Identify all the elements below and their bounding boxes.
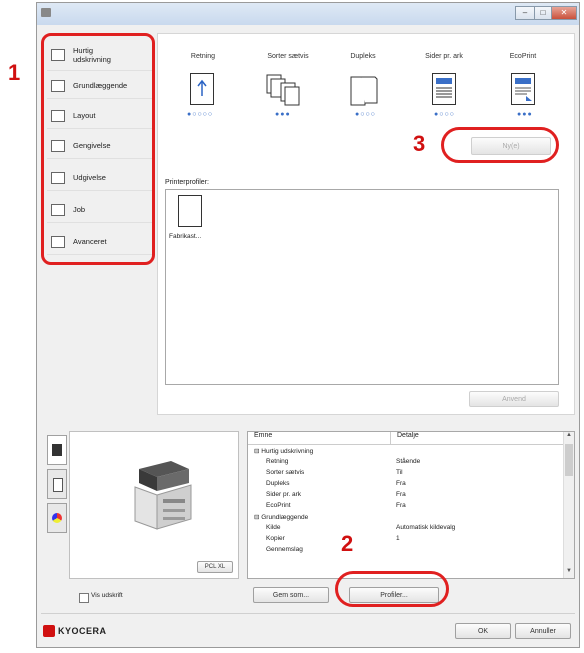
annotation-circle-3 — [441, 127, 559, 163]
summary-item: Dupleks — [266, 480, 290, 487]
save-as-button[interactable]: Gem som... — [253, 587, 329, 603]
summary-header: Emne Detalje — [248, 432, 574, 445]
pages-per-sheet-header: Sider pr. ark — [425, 53, 463, 60]
scroll-down-arrow-icon[interactable]: ▼ — [564, 568, 574, 578]
kyocera-logo: KYOCERA — [43, 625, 107, 637]
printer-profiles-list[interactable] — [165, 189, 559, 385]
summary-col-details: Detalje — [397, 432, 419, 439]
summary-item: Gennemslag — [266, 546, 303, 553]
page-tab-icon — [53, 478, 63, 492]
summary-item: Kilde — [266, 524, 281, 531]
collate-icon[interactable] — [265, 73, 301, 107]
duplex-icon[interactable] — [347, 73, 381, 107]
scroll-thumb[interactable] — [565, 444, 573, 476]
minimize-button[interactable]: – — [515, 6, 535, 20]
summary-tree: ⊟ Hurtig udskrivning Retning Stående Sorter… — [248, 445, 574, 557]
summary-row: Sider pr. ark Fra — [248, 491, 574, 502]
annotation-circle-2 — [335, 571, 449, 607]
summary-detail: Til — [396, 469, 403, 476]
collate-selector-dots[interactable]: ●●● — [275, 111, 305, 118]
preview-tab-printer[interactable] — [47, 435, 67, 465]
summary-detail — [390, 513, 396, 524]
pages-per-sheet-selector-dots[interactable]: ●○○○ — [434, 111, 464, 118]
duplex-selector-dots[interactable]: ●○○○ — [355, 111, 385, 118]
portrait-orientation-icon[interactable] — [190, 73, 214, 105]
apply-button[interactable]: Anvend — [469, 391, 559, 407]
color-tab-icon — [52, 513, 62, 523]
ecoprint-header: EcoPrint — [509, 53, 537, 60]
annotation-circle-1 — [41, 33, 155, 265]
summary-detail: 1 — [396, 535, 400, 542]
preview-tab-color[interactable] — [47, 503, 67, 533]
annotation-number-1: 1 — [8, 60, 21, 85]
summary-row: Gennemslag — [248, 546, 574, 557]
orientation-selector-dots[interactable]: ●○○○○ — [187, 111, 227, 118]
collate-header: Sorter sætvis — [267, 53, 309, 60]
print-preferences-window: – □ ✕ Hurtig udskrivning Grundlæggende L… — [36, 2, 580, 648]
annotation-number-2: 2 — [341, 531, 354, 556]
pages-per-sheet-icon[interactable] — [432, 73, 456, 105]
scroll-up-arrow-icon[interactable]: ▲ — [564, 432, 574, 442]
summary-col-item: Emne — [248, 432, 391, 444]
preview-tab-page[interactable] — [47, 469, 67, 499]
summary-detail: Fra — [396, 480, 406, 487]
title-bar: – □ ✕ — [37, 3, 579, 25]
show-print-checkbox-label: Vis udskrift — [91, 592, 123, 599]
printer-image — [127, 455, 197, 535]
summary-row: ⊟ Grundlæggende — [248, 513, 574, 524]
factory-default-profile-icon[interactable] — [178, 195, 202, 227]
show-print-checkbox[interactable] — [79, 593, 89, 603]
maximize-button[interactable]: □ — [534, 6, 552, 20]
printer-profiles-label: Printerprofiler: — [165, 179, 209, 186]
summary-item: Retning — [266, 458, 289, 465]
summary-item: EcoPrint — [266, 502, 291, 509]
duplex-header: Dupleks — [350, 53, 376, 60]
summary-scrollbar[interactable]: ▲ ▼ — [563, 432, 574, 578]
summary-row: Retning Stående — [248, 458, 574, 469]
printer-icon — [41, 8, 51, 17]
summary-item: ⊟ Grundlæggende — [254, 514, 309, 521]
ok-button[interactable]: OK — [455, 623, 511, 639]
close-button[interactable]: ✕ — [551, 6, 577, 20]
ecoprint-selector-dots[interactable]: ●●● — [517, 111, 547, 118]
annotation-number-3: 3 — [413, 131, 426, 156]
summary-row: Kopier 1 — [248, 535, 574, 546]
summary-detail: Fra — [396, 502, 406, 509]
summary-row: Sorter sætvis Til — [248, 469, 574, 480]
summary-row: EcoPrint Fra — [248, 502, 574, 513]
summary-detail — [390, 447, 396, 458]
summary-row: Dupleks Fra — [248, 480, 574, 491]
summary-item: Sider pr. ark — [266, 491, 302, 498]
summary-item: Sorter sætvis — [266, 469, 305, 476]
summary-row: ⊟ Hurtig udskrivning — [248, 447, 574, 458]
summary-item: Kopier — [266, 535, 285, 542]
summary-detail: Automatisk kildevalg — [396, 524, 456, 531]
pdl-badge: PCL XL — [197, 561, 233, 573]
settings-summary[interactable]: Emne Detalje ⊟ Hurtig udskrivning Retning… — [247, 431, 575, 579]
summary-item: ⊟ Hurtig udskrivning — [254, 448, 314, 455]
footer-divider — [41, 613, 575, 614]
ecoprint-icon[interactable] — [511, 73, 535, 105]
kyocera-wordmark: KYOCERA — [58, 626, 107, 636]
summary-detail: Fra — [396, 491, 406, 498]
summary-row: Kilde Automatisk kildevalg — [248, 524, 574, 535]
printer-tab-icon — [52, 444, 62, 456]
profile-item-label: Fabrikast... — [169, 233, 202, 240]
summary-detail — [390, 546, 396, 557]
cancel-button[interactable]: Annuller — [515, 623, 571, 639]
kyocera-logo-icon — [43, 625, 55, 637]
orientation-header: Retning — [190, 53, 216, 60]
summary-detail: Stående — [396, 458, 421, 465]
